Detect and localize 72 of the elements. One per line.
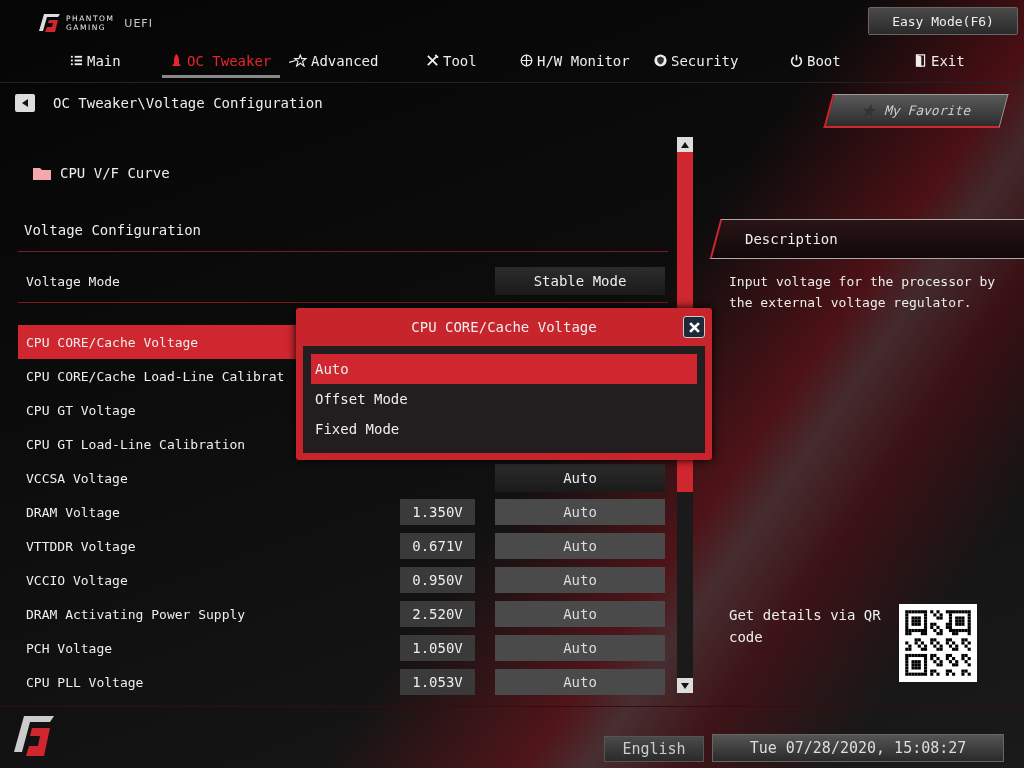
setting-row[interactable]: Voltage Mode Stable Mode xyxy=(18,264,668,298)
voltage-reading: 1.053V xyxy=(400,669,475,695)
language-button[interactable]: English xyxy=(604,736,704,762)
description-text: Input voltage for the processor by the external voltage regulator. xyxy=(729,273,997,312)
dialog-option[interactable]: Fixed Mode xyxy=(311,414,697,444)
list-icon xyxy=(70,54,83,67)
product-name: UEFI xyxy=(124,16,153,30)
folder-icon xyxy=(32,165,52,181)
value-dropdown[interactable]: Auto xyxy=(495,533,665,559)
value-dropdown[interactable]: Auto xyxy=(495,567,665,593)
up-arrow-icon xyxy=(681,141,689,148)
setting-row[interactable]: DRAM Voltage 1.350V Auto xyxy=(18,495,668,529)
setting-row[interactable]: CPU PLL Voltage 1.053V Auto xyxy=(18,665,668,699)
back-arrow-icon xyxy=(20,98,30,108)
section-title: Voltage Configuration xyxy=(24,222,201,238)
badge-icon xyxy=(654,54,667,67)
description-title: Description xyxy=(745,231,838,247)
tools-icon xyxy=(426,54,439,67)
menu-tab[interactable]: H/W Monitor xyxy=(512,46,646,78)
voltage-reading: 0.950V xyxy=(400,567,475,593)
date-time: Tue 07/28/2020, 15:08:27 xyxy=(712,734,1004,762)
setting-label: PCH Voltage xyxy=(26,640,113,656)
value-dropdown[interactable]: Auto xyxy=(495,464,665,492)
easy-mode-button[interactable]: Easy Mode(F6) xyxy=(868,7,1018,35)
setting-row[interactable]: VCCSA Voltage Auto xyxy=(18,461,668,495)
scroll-up-button[interactable] xyxy=(677,137,693,152)
down-arrow-icon xyxy=(681,682,689,689)
setting-label: VCCSA Voltage xyxy=(26,470,128,486)
star-icon xyxy=(288,54,307,67)
menu-tab[interactable]: Advanced xyxy=(280,46,418,78)
breadcrumb: OC Tweaker\Voltage Configuration xyxy=(53,95,323,111)
value-dropdown[interactable]: Auto xyxy=(495,669,665,695)
rocket-icon xyxy=(170,54,183,67)
setting-label: CPU PLL Voltage xyxy=(26,674,144,690)
exit-door-icon xyxy=(914,54,927,67)
menu-tab[interactable]: Tool xyxy=(418,46,512,78)
value-dropdown[interactable]: Auto xyxy=(495,601,665,627)
menu-tab[interactable]: OC Tweaker xyxy=(162,46,280,78)
voltage-reading: 1.050V xyxy=(400,635,475,661)
submenu-link[interactable]: CPU V/F Curve xyxy=(60,165,170,181)
close-button[interactable] xyxy=(683,316,705,338)
setting-label: DRAM Activating Power Supply xyxy=(26,606,246,622)
menu-tab[interactable]: Boot xyxy=(782,46,906,78)
value-dropdown[interactable]: Auto xyxy=(495,635,665,661)
logo-icon xyxy=(38,12,62,34)
power-icon xyxy=(790,54,803,67)
close-icon xyxy=(688,321,700,333)
crosshair-icon xyxy=(520,54,533,67)
voltage-reading: 2.520V xyxy=(400,601,475,627)
value-dropdown[interactable]: Stable Mode xyxy=(495,267,665,295)
dialog-option[interactable]: Auto xyxy=(311,354,697,384)
setting-label: VTTDDR Voltage xyxy=(26,538,136,554)
dialog-title: CPU CORE/Cache Voltage xyxy=(411,319,597,335)
menu-tab[interactable]: Exit xyxy=(906,46,973,78)
setting-row[interactable]: VCCIO Voltage 0.950V Auto xyxy=(18,563,668,597)
voltage-reading: 0.671V xyxy=(400,533,475,559)
dialog-option[interactable]: Offset Mode xyxy=(311,384,697,414)
setting-row[interactable]: PCH Voltage 1.050V Auto xyxy=(18,631,668,665)
setting-label: DRAM Voltage xyxy=(26,504,120,520)
setting-row[interactable]: VTTDDR Voltage 0.671V Auto xyxy=(18,529,668,563)
voltage-reading: 1.350V xyxy=(400,499,475,525)
setting-row[interactable]: DRAM Activating Power Supply 2.520V Auto xyxy=(18,597,668,631)
setting-label: VCCIO Voltage xyxy=(26,572,128,588)
back-button[interactable] xyxy=(15,94,35,112)
scroll-down-button[interactable] xyxy=(677,678,693,693)
setting-label: CPU CORE/Cache Voltage xyxy=(26,334,199,350)
value-dropdown[interactable]: Auto xyxy=(495,499,665,525)
menu-tab[interactable]: Main xyxy=(62,46,162,78)
setting-label: Voltage Mode xyxy=(26,273,120,289)
menu-tab[interactable]: Security xyxy=(646,46,782,78)
my-favorite-button[interactable]: My Favorite xyxy=(823,94,1009,128)
qr-caption: Get details via QR code xyxy=(729,606,882,647)
